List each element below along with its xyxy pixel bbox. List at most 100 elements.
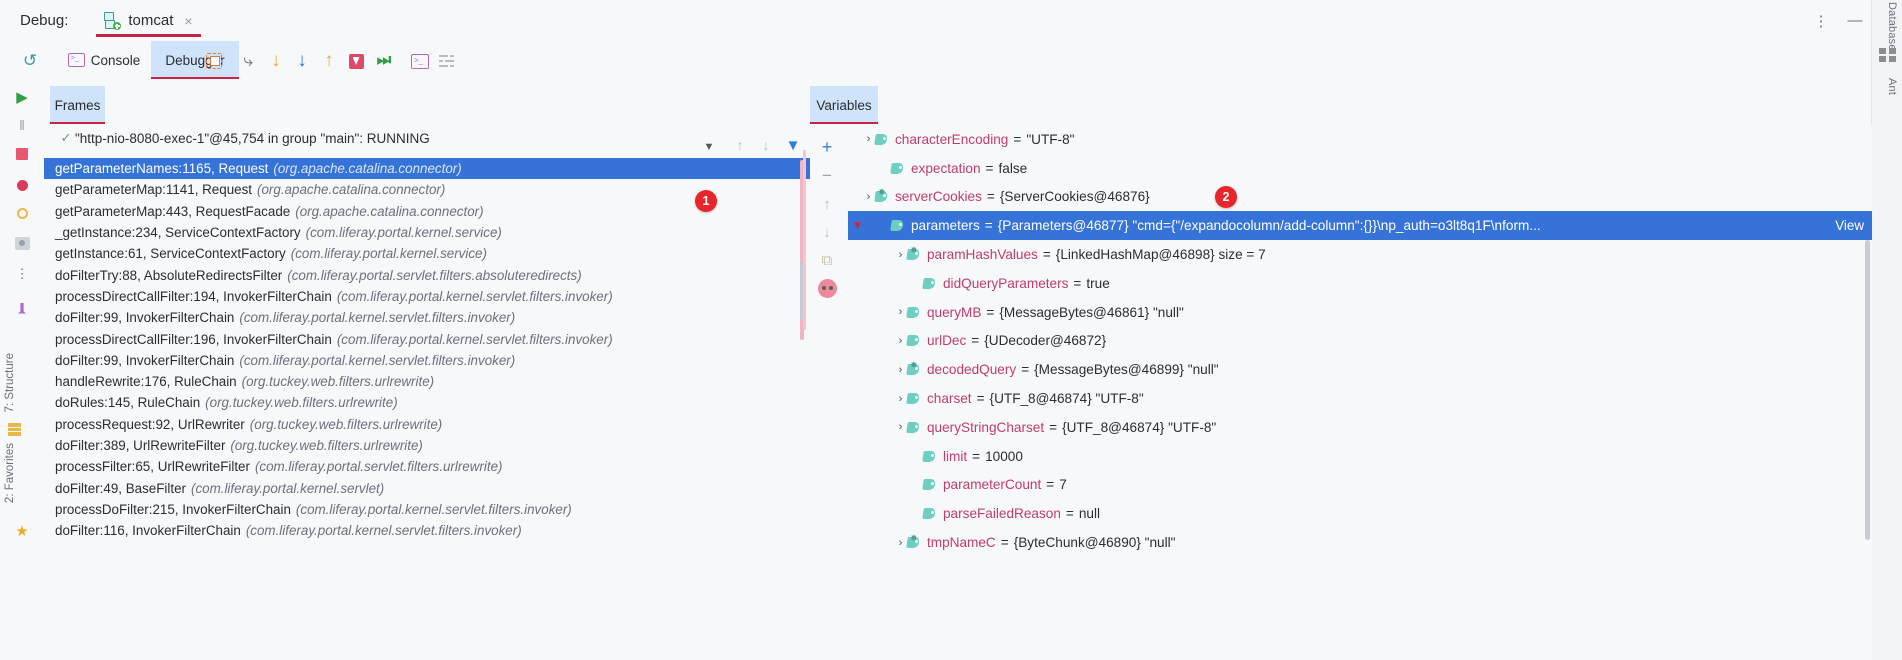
- frames-filter-icon[interactable]: ▼: [784, 136, 802, 154]
- left-rail-label-favorites[interactable]: 2: Favorites: [4, 443, 16, 503]
- frame-row[interactable]: processDoFilter:215, InvokerFilterChain(…: [44, 499, 810, 520]
- more-options-icon[interactable]: ⋮: [1804, 0, 1838, 41]
- variable-name: decodedQuery: [927, 362, 1017, 378]
- step-over-icon[interactable]: ⤷: [236, 49, 260, 73]
- pin-icon[interactable]: [10, 298, 34, 322]
- frame-row[interactable]: doFilter:389, UrlRewriteFilter (org.tucke…: [44, 435, 810, 456]
- resume-program-icon[interactable]: ⏭: [372, 49, 396, 73]
- frames-up-icon[interactable]: ↑: [731, 136, 749, 154]
- equals-sign: =: [1021, 362, 1030, 378]
- view-breakpoints-icon[interactable]: [10, 173, 34, 197]
- stop-icon[interactable]: [10, 142, 34, 166]
- frame-row[interactable]: handleRewrite:176, RuleChain (org.tuckey.…: [44, 371, 810, 392]
- variable-row[interactable]: › characterEncoding = "UTF-8": [848, 125, 1872, 154]
- frame-row[interactable]: doFilter:116, InvokerFilterChain (com.lif…: [44, 520, 810, 541]
- variable-row[interactable]: › queryMB = {MessageBytes@46861} "null": [848, 298, 1872, 327]
- chevron-right-icon[interactable]: ›: [894, 335, 907, 347]
- frame-row[interactable]: processFilter:65, UrlRewriteFilter (com.l…: [44, 456, 810, 477]
- more-icon[interactable]: ⋮: [10, 262, 34, 286]
- add-watch-icon[interactable]: +: [816, 136, 838, 158]
- variable-row[interactable]: › ✸ paramHashValues = {LinkedHashMap@46898} …: [848, 240, 1872, 269]
- force-step-into-icon[interactable]: ↓: [290, 49, 314, 73]
- frame-row[interactable]: doFilterTry:88, AbsoluteRedirectsFilter(…: [44, 264, 810, 285]
- frame-row[interactable]: doFilter:49, BaseFilter (com.liferay.port…: [44, 477, 810, 498]
- move-up-icon[interactable]: ↑: [816, 193, 838, 215]
- tab-console[interactable]: >_ Console: [58, 41, 150, 79]
- variable-row[interactable]: expectation = false: [848, 154, 1872, 183]
- chevron-right-icon[interactable]: ›: [894, 306, 907, 318]
- frames-list[interactable]: getParameterNames:1165, Request (org.apac…: [44, 158, 810, 660]
- step-into-icon[interactable]: ↓: [264, 49, 288, 73]
- rerun-icon[interactable]: ↺: [18, 49, 42, 73]
- frame-row[interactable]: doFilter:99, InvokerFilterChain (com.life…: [44, 350, 810, 371]
- frame-row[interactable]: getInstance:61, ServiceContextFactory (co…: [44, 243, 810, 264]
- variables-scrollbar[interactable]: [1865, 240, 1870, 540]
- copy-icon[interactable]: ⧉: [816, 249, 838, 271]
- variables-toolbar: + − ↑ ↓ ⧉: [810, 125, 846, 325]
- variable-row[interactable]: parameters = {Parameters@46877} "cmd={"/ex…: [848, 211, 1872, 241]
- chevron-right-icon[interactable]: ›: [894, 364, 907, 376]
- equals-sign: =: [984, 218, 993, 234]
- chevron-right-icon[interactable]: ›: [894, 421, 907, 433]
- thread-status-check-icon: ✓: [60, 130, 72, 145]
- star-icon[interactable]: ★: [10, 519, 34, 543]
- remove-watch-icon[interactable]: −: [816, 165, 838, 187]
- pause-icon[interactable]: ‖: [10, 113, 34, 137]
- mask-icon[interactable]: [816, 277, 838, 299]
- variable-value: {ServerCookies@46876}: [999, 189, 1150, 205]
- chevron-right-icon[interactable]: ›: [862, 133, 875, 145]
- left-rail-label-structure[interactable]: 7: Structure: [4, 353, 16, 412]
- frame-row[interactable]: _getInstance:234, ServiceContextFactory(…: [44, 222, 810, 243]
- variable-row[interactable]: didQueryParameters = true: [848, 269, 1872, 298]
- frame-row[interactable]: getParameterNames:1165, Request (org.apac…: [44, 158, 810, 180]
- chevron-right-icon[interactable]: ›: [894, 393, 907, 405]
- frame-row[interactable]: processDirectCallFilter:196, InvokerFilt…: [44, 328, 810, 349]
- variable-row[interactable]: parseFailedReason = null: [848, 499, 1872, 528]
- resume-icon[interactable]: ▶: [10, 85, 34, 109]
- variable-value: {UTF_8@46874} "UTF-8": [989, 391, 1144, 407]
- variable-row[interactable]: › charset = {UTF_8@46874} "UTF-8": [848, 384, 1872, 413]
- variable-row[interactable]: parameterCount = 7: [848, 471, 1872, 500]
- variable-row[interactable]: › ✸ decodedQuery = {MessageBytes@46899} "nul…: [848, 355, 1872, 384]
- frame-package: (org.apache.catalina.connector): [273, 161, 462, 177]
- variable-row[interactable]: › queryStringCharset = {UTF_8@46874} "UTF-8…: [848, 413, 1872, 442]
- thread-dropdown-icon[interactable]: ▼: [700, 138, 718, 156]
- variable-row[interactable]: › urlDec = {UDecoder@46872}: [848, 327, 1872, 356]
- variable-row[interactable]: › ✸ serverCookies = {ServerCookies@46876}: [848, 183, 1872, 212]
- thread-selector[interactable]: ✓ "http-nio-8080-exec-1"@45,754 in group…: [44, 125, 810, 151]
- frame-row[interactable]: doFilter:99, InvokerFilterChain (com.life…: [44, 307, 810, 328]
- minimize-icon[interactable]: —: [1838, 0, 1872, 41]
- frame-method: doFilter:99, InvokerFilterChain: [55, 310, 235, 326]
- field-tag-icon: [890, 219, 906, 232]
- settings-icon[interactable]: [434, 49, 458, 73]
- show-execution-point-icon[interactable]: [202, 49, 226, 73]
- tab-variables[interactable]: Variables: [810, 86, 878, 124]
- move-down-icon[interactable]: ↓: [816, 221, 838, 243]
- tab-frames[interactable]: Frames: [50, 86, 105, 124]
- variables-panel[interactable]: › characterEncoding = "UTF-8" expectation = fa…: [848, 125, 1872, 660]
- variable-row[interactable]: limit = 10000: [848, 442, 1872, 471]
- frame-row[interactable]: doRules:145, RuleChain (org.tuckey.web.fi…: [44, 392, 810, 413]
- chevron-right-icon[interactable]: ›: [894, 537, 907, 549]
- frames-down-icon[interactable]: ↓: [757, 136, 775, 154]
- panel-divider[interactable]: [803, 150, 806, 330]
- run-configuration-tab[interactable]: tomcat ×: [96, 0, 201, 41]
- close-icon[interactable]: ×: [184, 14, 192, 28]
- expanded-marker-icon[interactable]: [854, 222, 861, 230]
- variable-value: {UTF_8@46874} "UTF-8": [1062, 419, 1217, 435]
- structure-icon[interactable]: [8, 423, 21, 436]
- window-controls: ⋮ —: [1804, 0, 1872, 41]
- variable-row[interactable]: › ✸ tmpNameC = {ByteChunk@46890} "null": [848, 528, 1872, 557]
- view-value-link[interactable]: View: [1835, 218, 1864, 233]
- evaluate-expression-icon[interactable]: >_: [408, 49, 432, 73]
- frame-package: (com.liferay.portal.kernel.service): [305, 225, 502, 241]
- chevron-right-icon[interactable]: ›: [862, 191, 875, 203]
- step-out-icon[interactable]: ↑: [317, 49, 341, 73]
- chevron-right-icon[interactable]: ›: [894, 249, 907, 261]
- frame-row[interactable]: processDirectCallFilter:194, InvokerFilt…: [44, 286, 810, 307]
- run-to-cursor-icon[interactable]: [344, 49, 368, 73]
- frame-row[interactable]: processRequest:92, UrlRewriter (org.tucke…: [44, 414, 810, 435]
- camera-icon[interactable]: [10, 231, 34, 255]
- run-tab-label: tomcat: [128, 12, 174, 29]
- mute-breakpoints-icon[interactable]: [10, 201, 34, 225]
